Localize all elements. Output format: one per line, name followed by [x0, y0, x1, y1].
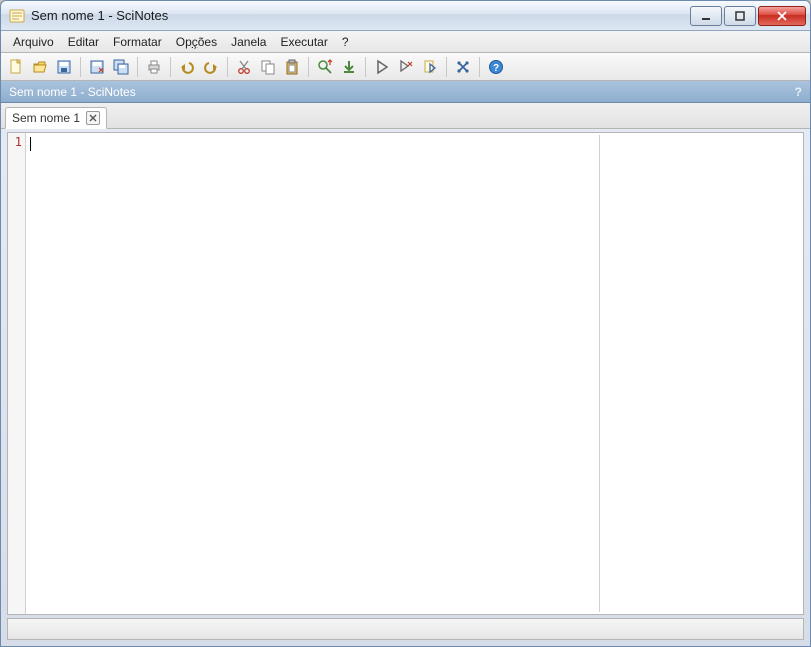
- tab-sem-nome-1[interactable]: Sem nome 1: [5, 107, 107, 129]
- toolbar-separator: [479, 57, 480, 77]
- window-title: Sem nome 1 - SciNotes: [31, 8, 690, 23]
- execute-selection-button[interactable]: [395, 56, 417, 78]
- menu-opcoes-label: Opções: [176, 35, 217, 49]
- titlebar[interactable]: Sem nome 1 - SciNotes: [1, 1, 810, 31]
- undo-button[interactable]: [176, 56, 198, 78]
- document-header-title: Sem nome 1 - SciNotes: [9, 85, 136, 99]
- save-button[interactable]: [53, 56, 75, 78]
- print-button[interactable]: [143, 56, 165, 78]
- scinotes-window: Sem nome 1 - SciNotes Arquivo Editar For…: [0, 0, 811, 647]
- close-button[interactable]: [758, 6, 806, 26]
- copy-button[interactable]: [257, 56, 279, 78]
- execute-file-button[interactable]: [419, 56, 441, 78]
- maximize-button[interactable]: [724, 6, 756, 26]
- redo-button[interactable]: [200, 56, 222, 78]
- editor: 1: [7, 132, 804, 615]
- menu-editar[interactable]: Editar: [62, 33, 105, 51]
- line-gutter: 1: [8, 133, 26, 614]
- code-area[interactable]: [30, 135, 599, 612]
- toolbar-separator: [80, 57, 81, 77]
- open-file-button[interactable]: [29, 56, 51, 78]
- save-all-button[interactable]: [110, 56, 132, 78]
- menu-arquivo[interactable]: Arquivo: [7, 33, 60, 51]
- menu-formatar[interactable]: Formatar: [107, 33, 168, 51]
- editor-side-pane: [599, 135, 799, 612]
- toolbar-separator: [137, 57, 138, 77]
- toolbar-separator: [227, 57, 228, 77]
- import-button[interactable]: [338, 56, 360, 78]
- menu-executar[interactable]: Executar: [274, 33, 333, 51]
- app-icon: [9, 8, 25, 24]
- execute-button[interactable]: [371, 56, 393, 78]
- document-header: Sem nome 1 - SciNotes ?: [1, 81, 810, 103]
- document-header-help-icon[interactable]: ?: [795, 85, 802, 99]
- paste-button[interactable]: [281, 56, 303, 78]
- help-button[interactable]: ?: [485, 56, 507, 78]
- menu-janela[interactable]: Janela: [225, 33, 272, 51]
- toolbar-separator: [365, 57, 366, 77]
- toolbar-separator: [446, 57, 447, 77]
- find-replace-button[interactable]: [314, 56, 336, 78]
- menu-opcoes[interactable]: Opções: [170, 33, 223, 51]
- toolbar: ?: [1, 53, 810, 81]
- line-number: 1: [8, 135, 22, 149]
- text-cursor: [30, 137, 31, 151]
- menubar: Arquivo Editar Formatar Opções Janela Ex…: [1, 31, 810, 53]
- menu-help[interactable]: ?: [336, 33, 355, 51]
- cut-button[interactable]: [233, 56, 255, 78]
- tab-close-button[interactable]: [86, 111, 100, 125]
- save-as-button[interactable]: [86, 56, 108, 78]
- code-area-container: [26, 133, 803, 614]
- preferences-button[interactable]: [452, 56, 474, 78]
- tabbar: Sem nome 1: [1, 103, 810, 129]
- window-buttons: [690, 6, 806, 26]
- minimize-button[interactable]: [690, 6, 722, 26]
- toolbar-separator: [170, 57, 171, 77]
- new-file-button[interactable]: [5, 56, 27, 78]
- statusbar: [7, 618, 804, 640]
- toolbar-separator: [308, 57, 309, 77]
- svg-text:?: ?: [493, 63, 499, 74]
- tab-label: Sem nome 1: [12, 111, 80, 125]
